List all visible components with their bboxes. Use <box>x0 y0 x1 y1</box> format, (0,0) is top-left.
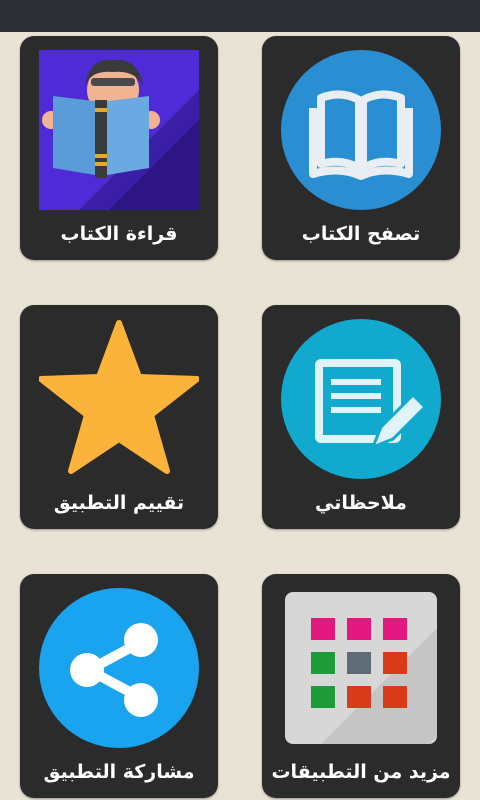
read-book-label: قراءة الكتاب <box>60 223 178 245</box>
read-book-button[interactable]: قراءة الكتاب <box>20 36 218 260</box>
more-apps-label: مزيد من التطبيقات <box>271 761 451 783</box>
more-apps-button[interactable]: مزيد من التطبيقات <box>262 574 460 798</box>
share-icon <box>39 588 199 748</box>
share-app-label: مشاركة التطبيق <box>43 761 195 783</box>
open-book-icon <box>281 50 441 210</box>
my-notes-button[interactable]: ملاحظاتي <box>262 305 460 529</box>
share-app-button[interactable]: مشاركة التطبيق <box>20 574 218 798</box>
rate-app-button[interactable]: تقييم التطبيق <box>20 305 218 529</box>
rate-app-label: تقييم التطبيق <box>53 492 185 514</box>
star-icon <box>39 319 199 479</box>
status-bar <box>0 0 480 32</box>
my-notes-label: ملاحظاتي <box>315 492 407 514</box>
browse-book-button[interactable]: تصفح الكتاب <box>262 36 460 260</box>
notes-edit-icon <box>281 319 441 479</box>
reading-person-icon <box>39 50 199 210</box>
browse-book-label: تصفح الكتاب <box>301 223 421 245</box>
apps-grid-icon <box>281 588 441 748</box>
